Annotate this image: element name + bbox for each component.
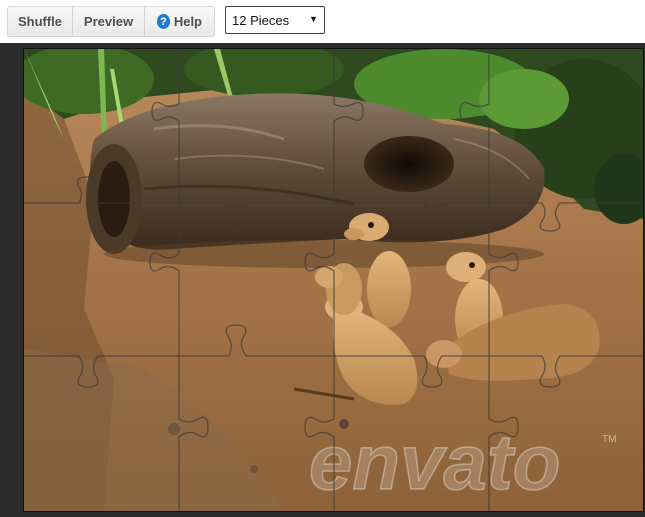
- toolbar: Shuffle Preview ? Help 12 Pieces ▼: [0, 0, 645, 42]
- toolbar-button-group: Shuffle Preview ? Help: [7, 6, 215, 37]
- dropdown-arrow-icon: ▼: [309, 14, 318, 24]
- watermark-tm: TM: [602, 434, 616, 445]
- pieces-select[interactable]: 12 Pieces ▼: [225, 6, 325, 34]
- preview-button[interactable]: Preview: [73, 7, 145, 36]
- shuffle-button[interactable]: Shuffle: [8, 7, 73, 36]
- puzzle-stage: envato TM: [0, 43, 645, 517]
- pieces-select-value: 12 Pieces: [232, 12, 290, 28]
- puzzle-board[interactable]: envato TM: [23, 48, 644, 512]
- help-button[interactable]: ? Help: [145, 7, 214, 36]
- watermark-text: envato: [309, 418, 560, 506]
- puzzle-image: envato TM: [24, 49, 643, 511]
- help-button-label: Help: [173, 14, 202, 29]
- help-icon: ?: [157, 14, 170, 29]
